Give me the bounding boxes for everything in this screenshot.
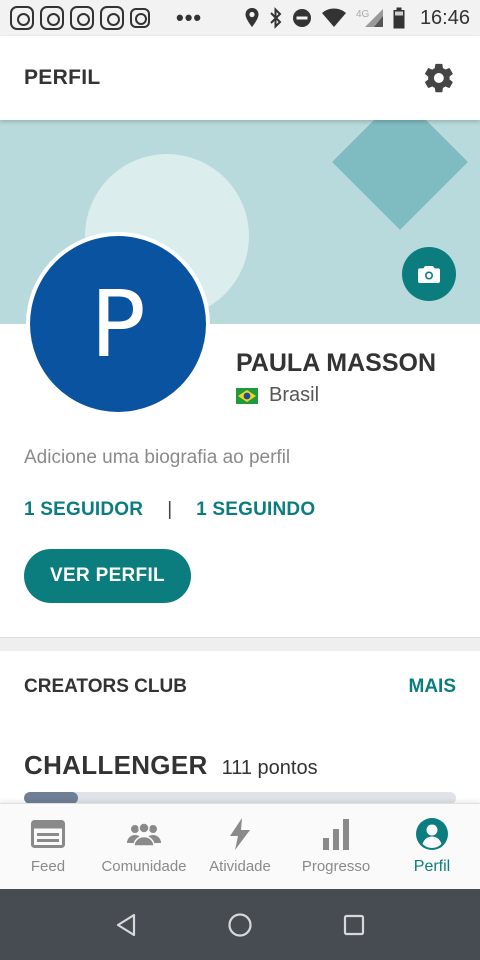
app-header: PERFIL xyxy=(0,36,480,120)
bar-chart-icon xyxy=(318,818,354,850)
home-circle-icon xyxy=(228,912,252,937)
instagram-notification-icon xyxy=(10,6,34,30)
nav-item-community[interactable]: Comunidade xyxy=(96,804,192,889)
club-level: CHALLENGER 111 pontos xyxy=(24,750,318,781)
clock: 16:46 xyxy=(419,6,470,29)
status-bar: ••• 4G 16:46 xyxy=(0,0,480,36)
instagram-notification-icon xyxy=(40,6,64,30)
recents-square-icon xyxy=(343,914,365,935)
wifi-icon xyxy=(321,8,346,27)
change-cover-button[interactable] xyxy=(402,247,456,301)
creators-club-header: CREATORS CLUB MAIS xyxy=(24,676,456,698)
avatar-letter: P xyxy=(30,236,206,412)
page-title: PERFIL xyxy=(24,66,101,89)
community-icon xyxy=(126,818,162,850)
follow-separator: | xyxy=(167,499,173,520)
back-button[interactable] xyxy=(110,909,142,941)
creators-club-more-link[interactable]: MAIS xyxy=(409,676,457,698)
bluetooth-icon xyxy=(270,7,282,29)
battery-icon xyxy=(393,7,405,29)
location-icon xyxy=(245,8,259,27)
recents-button[interactable] xyxy=(338,909,370,941)
camera-icon xyxy=(418,266,440,283)
follow-stats: 1 SEGUIDOR | 1 SEGUINDO xyxy=(24,499,315,521)
cover-decoration-diamond xyxy=(332,120,468,230)
nav-item-progress[interactable]: Progresso xyxy=(288,804,384,889)
creators-club-title: CREATORS CLUB xyxy=(24,676,187,697)
lightning-icon xyxy=(222,818,258,850)
settings-gear-icon[interactable] xyxy=(422,61,456,95)
section-divider xyxy=(0,637,480,651)
more-notifications-icon: ••• xyxy=(176,5,203,30)
nav-item-feed[interactable]: Feed xyxy=(0,804,96,889)
feed-icon xyxy=(30,818,66,850)
nav-label-progress: Progresso xyxy=(301,858,371,875)
nav-label-activity: Atividade xyxy=(209,858,271,875)
add-bio-prompt[interactable]: Adicione uma biografia ao perfil xyxy=(24,447,290,469)
view-profile-button[interactable]: VER PERFIL xyxy=(24,549,191,603)
avatar[interactable]: P xyxy=(26,232,210,416)
nav-item-activity[interactable]: Atividade xyxy=(192,804,288,889)
bottom-navigation: Feed Comunidade Atividade Progresso Perf… xyxy=(0,803,480,889)
followers-link[interactable]: 1 SEGUIDOR xyxy=(24,499,143,521)
cellular-signal-icon: 4G xyxy=(356,9,383,27)
instagram-notification-icon xyxy=(130,8,150,28)
do-not-disturb-icon xyxy=(292,9,311,27)
level-name: CHALLENGER xyxy=(24,750,208,780)
user-name: PAULA MASSON xyxy=(236,349,436,377)
level-points: 111 pontos xyxy=(221,757,318,779)
home-button[interactable] xyxy=(224,909,256,941)
nav-item-profile[interactable]: Perfil xyxy=(384,804,480,889)
following-link[interactable]: 1 SEGUINDO xyxy=(196,499,315,521)
nav-label-feed: Feed xyxy=(30,858,66,875)
nav-label-community: Comunidade xyxy=(101,858,187,875)
person-icon xyxy=(414,817,450,850)
user-country: Brasil xyxy=(236,384,319,407)
system-navigation-bar xyxy=(0,889,480,960)
brazil-flag-icon xyxy=(236,387,258,404)
network-type-label: 4G xyxy=(356,9,370,20)
country-name: Brasil xyxy=(269,384,320,406)
back-triangle-icon xyxy=(116,913,136,936)
nav-label-profile: Perfil xyxy=(413,857,451,875)
instagram-notification-icon xyxy=(100,6,124,30)
instagram-notification-icon xyxy=(70,6,94,30)
